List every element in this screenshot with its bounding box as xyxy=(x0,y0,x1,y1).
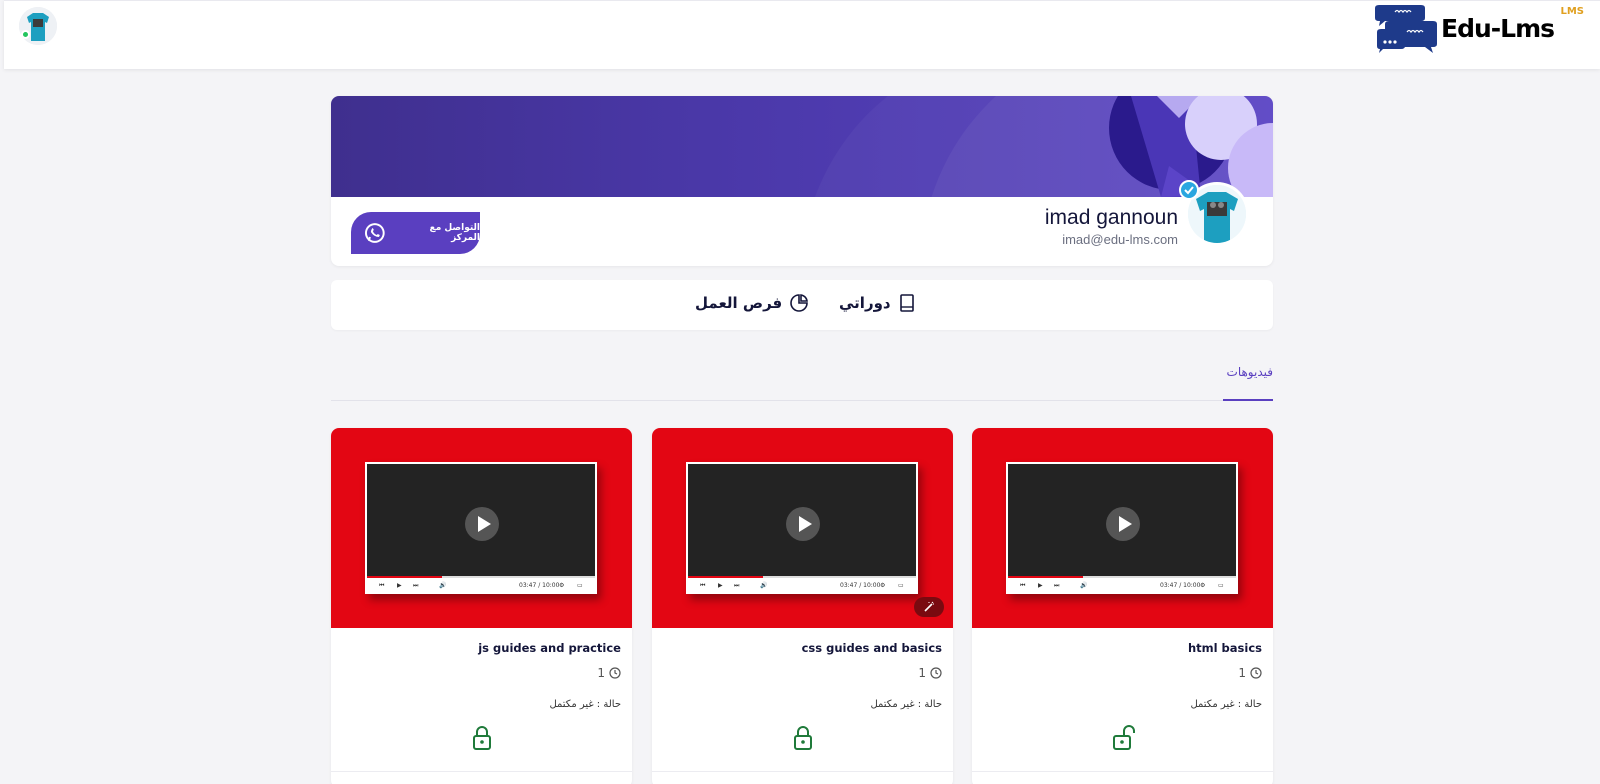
card-divider xyxy=(331,771,632,772)
logo-text: Edu-Lms xyxy=(1441,14,1555,43)
skip-back-icon: ⏮ xyxy=(700,582,706,589)
play-small-icon: ▶ xyxy=(1038,582,1043,589)
course-card[interactable]: ⏮ ▶ ⏭ 🔊 03:47 / 10:00 ⚙ ▭ js guides and … xyxy=(331,428,632,784)
volume-icon: 🔊 xyxy=(1080,582,1088,589)
card-divider xyxy=(652,771,953,772)
profile-email: imad@edu-lms.com xyxy=(1062,232,1178,247)
play-icon xyxy=(786,507,820,541)
verified-badge-icon xyxy=(1179,180,1199,200)
skip-back-icon: ⏮ xyxy=(1020,582,1026,589)
skip-forward-icon: ⏭ xyxy=(734,582,740,589)
chat-logo-icon xyxy=(1375,5,1437,53)
volume-icon: 🔊 xyxy=(439,582,447,589)
profile-banner xyxy=(331,96,1273,197)
fullscreen-icon: ▭ xyxy=(898,582,904,589)
magic-wand-icon[interactable] xyxy=(914,597,944,617)
video-player-illustration: ⏮ ▶ ⏭ 🔊 03:47 / 10:00 ⚙ ▭ xyxy=(365,462,597,594)
course-status: حالة : غير مكتمل xyxy=(549,699,621,710)
tab-label: فرص العمل xyxy=(695,294,783,312)
fullscreen-icon: ▭ xyxy=(1218,582,1224,589)
volume-icon: 🔊 xyxy=(760,582,768,589)
settings-icon: ⚙ xyxy=(880,582,886,589)
course-duration: 1 xyxy=(918,666,942,680)
tab-label: دوراتي xyxy=(839,294,891,312)
book-icon xyxy=(899,294,914,312)
lock-icon[interactable] xyxy=(470,725,494,755)
active-tab-indicator xyxy=(1223,399,1273,401)
card-divider xyxy=(972,771,1273,772)
course-status: حالة : غير مكتمل xyxy=(1190,699,1262,710)
play-small-icon: ▶ xyxy=(718,582,723,589)
course-card[interactable]: ⏮ ▶ ⏭ 🔊 03:47 / 10:00 ⚙ ▭ html basics 1 … xyxy=(972,428,1273,784)
clock-icon xyxy=(609,667,621,679)
fullscreen-icon: ▭ xyxy=(577,582,583,589)
user-avatar[interactable] xyxy=(19,7,57,45)
skip-forward-icon: ⏭ xyxy=(1054,582,1060,589)
skip-forward-icon: ⏭ xyxy=(413,582,419,589)
avatar-image xyxy=(19,7,57,45)
player-time: 03:47 / 10:00 xyxy=(1160,582,1201,589)
course-thumbnail: ⏮ ▶ ⏭ 🔊 03:47 / 10:00 ⚙ ▭ xyxy=(652,428,953,628)
profile-name: imad gannoun xyxy=(1044,206,1178,229)
unlock-icon[interactable] xyxy=(1111,725,1135,755)
nav-tabs: دوراتي فرص العمل xyxy=(331,280,1273,330)
pie-chart-icon xyxy=(790,294,809,312)
course-title: html basics xyxy=(1187,641,1262,655)
settings-icon: ⚙ xyxy=(1200,582,1206,589)
tab-my-courses[interactable]: دوراتي xyxy=(839,294,915,312)
play-icon xyxy=(1106,507,1140,541)
course-count: 1 xyxy=(918,666,926,680)
player-time: 03:47 / 10:00 xyxy=(519,582,560,589)
course-thumbnail: ⏮ ▶ ⏭ 🔊 03:47 / 10:00 ⚙ ▭ xyxy=(331,428,632,628)
section-divider xyxy=(331,400,1273,401)
course-thumbnail: ⏮ ▶ ⏭ 🔊 03:47 / 10:00 ⚙ ▭ xyxy=(972,428,1273,628)
video-player-illustration: ⏮ ▶ ⏭ 🔊 03:47 / 10:00 ⚙ ▭ xyxy=(1006,462,1238,594)
whatsapp-icon xyxy=(364,223,385,243)
contact-center-button[interactable]: التواصل مع المركز xyxy=(351,212,480,254)
course-count: 1 xyxy=(597,666,605,680)
course-duration: 1 xyxy=(597,666,621,680)
course-card[interactable]: ⏮ ▶ ⏭ 🔊 03:47 / 10:00 ⚙ ▭ css guides and… xyxy=(652,428,953,784)
top-bar: Edu-Lms LMS xyxy=(4,0,1600,69)
lock-icon[interactable] xyxy=(791,725,815,755)
course-title: css guides and basics xyxy=(801,641,942,655)
video-player-illustration: ⏮ ▶ ⏭ 🔊 03:47 / 10:00 ⚙ ▭ xyxy=(686,462,918,594)
profile-card: imad gannoun imad@edu-lms.com التواصل مع… xyxy=(331,96,1273,266)
logo[interactable]: Edu-Lms LMS xyxy=(1371,4,1586,54)
course-duration: 1 xyxy=(1238,666,1262,680)
play-icon xyxy=(465,507,499,541)
skip-back-icon: ⏮ xyxy=(379,582,385,589)
contact-center-label: التواصل مع المركز xyxy=(429,223,480,243)
tab-videos[interactable]: فيديوهات xyxy=(1227,365,1273,379)
banner-decoration xyxy=(815,96,1273,197)
course-status: حالة : غير مكتمل xyxy=(870,699,942,710)
tab-job-opportunities[interactable]: فرص العمل xyxy=(695,294,809,312)
logo-subtext: LMS xyxy=(1560,6,1584,17)
online-status-dot xyxy=(21,30,30,39)
play-small-icon: ▶ xyxy=(397,582,402,589)
player-time: 03:47 / 10:00 xyxy=(840,582,881,589)
course-count: 1 xyxy=(1238,666,1246,680)
clock-icon xyxy=(930,667,942,679)
clock-icon xyxy=(1250,667,1262,679)
course-title: js guides and practice xyxy=(478,641,621,655)
settings-icon: ⚙ xyxy=(559,582,565,589)
